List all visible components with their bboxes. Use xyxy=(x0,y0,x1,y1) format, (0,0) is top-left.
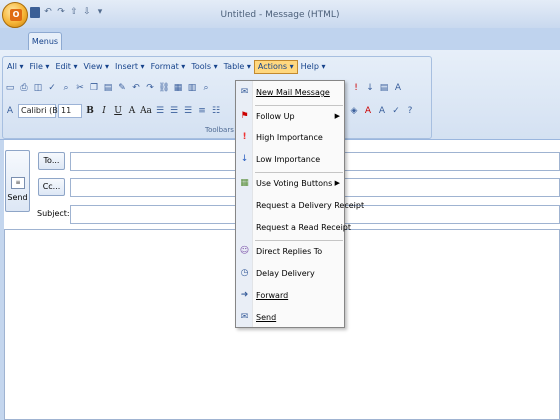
font-color-icon[interactable]: Aa xyxy=(140,105,152,117)
menu-help[interactable]: Help ▾ xyxy=(298,60,329,74)
classic-menu-bar: All ▾ File ▾ Edit ▾ View ▾ Insert ▾ Form… xyxy=(4,60,328,74)
font-size-combo[interactable]: 11 xyxy=(58,104,82,118)
cc-button[interactable]: Cc... xyxy=(38,178,65,196)
menu-item-high-importance[interactable]: ! High Importance xyxy=(236,128,344,148)
menu-all[interactable]: All ▾ xyxy=(4,60,26,74)
format-painter-icon[interactable]: ✎ xyxy=(116,82,128,94)
menu-tools[interactable]: Tools ▾ xyxy=(188,60,220,74)
options-toolbar-right: ! ↓ ▤ A xyxy=(350,79,404,97)
menu-table[interactable]: Table ▾ xyxy=(221,60,254,74)
align-center-icon[interactable]: ☰ xyxy=(168,105,180,117)
new-mail-icon: ✉ xyxy=(240,87,249,97)
delay-delivery-icon: ◷ xyxy=(240,268,249,278)
menu-item-direct-replies-to[interactable]: ☺ Direct Replies To xyxy=(236,242,344,262)
shading-icon[interactable]: ◈ xyxy=(348,105,360,117)
print-icon[interactable]: ⎙ xyxy=(18,82,30,94)
standard-toolbar: ▭ ⎙ ◫ ✓ ⌕ ✂ ❐ ▤ ✎ ↶ ↷ ⛓ ▦ ▥ ⌕ xyxy=(4,79,212,97)
menu-item-send[interactable]: ✉ Send xyxy=(236,308,344,328)
forward-icon: ➜ xyxy=(240,290,249,300)
menu-item-request-read-receipt[interactable]: Request a Read Receipt xyxy=(236,218,351,238)
redo-icon[interactable]: ↷ xyxy=(144,82,156,94)
cut-icon[interactable]: ✂ xyxy=(74,82,86,94)
menu-item-low-importance[interactable]: ↓ Low Importance xyxy=(236,150,344,170)
menu-format[interactable]: Format ▾ xyxy=(148,60,189,74)
align-left-icon[interactable]: ☰ xyxy=(154,105,166,117)
help-icon[interactable]: ? xyxy=(404,105,416,117)
menu-file[interactable]: File ▾ xyxy=(26,60,52,74)
highlight-icon[interactable]: A xyxy=(126,105,138,117)
menu-item-delay-delivery[interactable]: ◷ Delay Delivery xyxy=(236,264,344,284)
high-importance-icon: ! xyxy=(242,132,247,142)
numbering-icon[interactable]: ☷ xyxy=(210,105,222,117)
new-icon[interactable]: ▭ xyxy=(4,82,16,94)
group-caption: Toolbars xyxy=(205,126,234,134)
to-button[interactable]: To... xyxy=(38,152,65,170)
underline-button[interactable]: U xyxy=(112,105,124,117)
paste-icon[interactable]: ▤ xyxy=(102,82,114,94)
research-icon[interactable]: ⌕ xyxy=(60,82,72,94)
menu-item-use-voting-buttons[interactable]: ▦ Use Voting Buttons ▶ xyxy=(236,174,344,194)
preview-icon[interactable]: ◫ xyxy=(32,82,44,94)
direct-replies-icon: ☺ xyxy=(239,246,250,256)
styles-icon[interactable]: A xyxy=(4,105,16,117)
low-importance-icon: ↓ xyxy=(240,154,249,164)
menu-item-follow-up[interactable]: ⚑ Follow Up ▶ xyxy=(236,107,344,127)
send-icon: ✉ xyxy=(240,312,249,322)
italic-button[interactable]: I xyxy=(98,105,110,117)
send-envelope-icon: ≡ xyxy=(11,177,25,189)
menu-item-request-delivery-receipt[interactable]: Request a Delivery Receipt xyxy=(236,196,364,216)
high-importance-icon[interactable]: ! xyxy=(350,82,362,94)
bold-button[interactable]: B xyxy=(84,105,96,117)
font-name-combo[interactable]: Calibri (B xyxy=(18,104,58,118)
submenu-arrow-icon: ▶ xyxy=(334,112,340,120)
menu-item-forward[interactable]: ➜ Forward xyxy=(236,286,344,306)
options-icon[interactable]: ▤ xyxy=(378,82,390,94)
window-title: Untitled - Message (HTML) xyxy=(220,10,340,20)
menu-separator xyxy=(255,240,343,241)
text-effects-icon[interactable]: A xyxy=(376,105,388,117)
actions-menu: ✉ New Mail Message ⚑ Follow Up ▶ ! High … xyxy=(235,80,364,328)
align-right-icon[interactable]: ☰ xyxy=(182,105,194,117)
spelling-icon[interactable]: ✓ xyxy=(390,105,402,117)
line-spacing-icon[interactable]: ≡ xyxy=(196,105,208,117)
font-color-icon[interactable]: A xyxy=(362,105,374,117)
menu-item-new-mail-message[interactable]: ✉ New Mail Message xyxy=(236,83,344,103)
menu-edit[interactable]: Edit ▾ xyxy=(52,60,80,74)
spelling-icon[interactable]: ✓ xyxy=(46,82,58,94)
menu-separator xyxy=(255,172,343,173)
menu-separator xyxy=(255,105,343,106)
tab-menus[interactable]: Menus xyxy=(28,32,62,50)
subject-label: Subject: xyxy=(37,209,70,218)
menu-insert[interactable]: Insert ▾ xyxy=(112,60,148,74)
submenu-arrow-icon: ▶ xyxy=(334,179,340,187)
hyperlink-icon[interactable]: ⛓ xyxy=(158,82,170,94)
zoom-icon[interactable]: ⌕ xyxy=(200,82,212,94)
formatting-toolbar-right: ◈ A A ✓ ? xyxy=(348,102,416,120)
menu-actions[interactable]: Actions ▾ xyxy=(253,60,298,74)
copy-icon[interactable]: ❐ xyxy=(88,82,100,94)
styles-icon[interactable]: A xyxy=(392,82,404,94)
table-icon[interactable]: ▦ xyxy=(172,82,184,94)
send-button-label: Send xyxy=(7,193,28,202)
undo-icon[interactable]: ↶ xyxy=(130,82,142,94)
low-importance-icon[interactable]: ↓ xyxy=(364,82,376,94)
ribbon-tab-strip xyxy=(0,28,560,50)
flag-icon: ⚑ xyxy=(240,111,249,121)
send-button[interactable]: ≡ Send xyxy=(5,150,30,212)
columns-icon[interactable]: ▥ xyxy=(186,82,198,94)
menu-view[interactable]: View ▾ xyxy=(81,60,113,74)
voting-icon: ▦ xyxy=(240,178,249,188)
formatting-toolbar: A Calibri (B 11 B I U A Aa ☰ ☰ ☰ ≡ ☷ xyxy=(4,102,222,120)
